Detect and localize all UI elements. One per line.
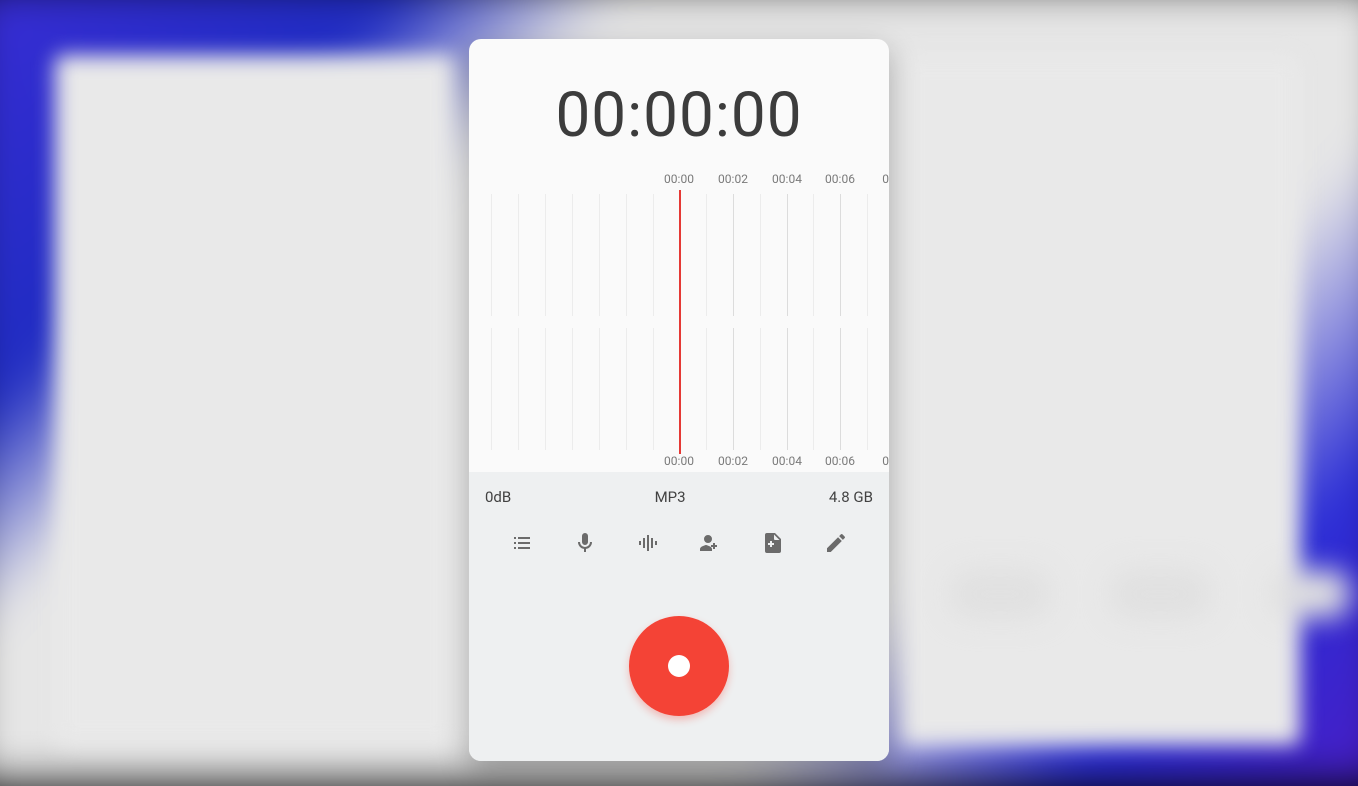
time-tick-label: 00:00 bbox=[664, 454, 694, 468]
gridline-minor bbox=[572, 328, 573, 450]
gridline-major bbox=[787, 328, 788, 450]
status-bar: 0dB MP3 4.8 GB bbox=[469, 472, 889, 516]
gridline-minor bbox=[518, 328, 519, 450]
voice-recorder-app: 00:00:00 00:0000:0200:0400:0600 00:0000:… bbox=[469, 39, 889, 761]
record-icon bbox=[668, 655, 690, 677]
gridline-minor bbox=[653, 328, 654, 450]
file-add-icon bbox=[761, 531, 785, 558]
share-contact-button[interactable] bbox=[688, 522, 732, 566]
waveform-tracks bbox=[469, 194, 889, 450]
storage-available: 4.8 GB bbox=[829, 488, 873, 506]
gridline-minor bbox=[760, 194, 761, 316]
recording-timer: 00:00:00 bbox=[469, 39, 889, 172]
blur-panel-left bbox=[55, 55, 455, 745]
record-area bbox=[469, 576, 889, 761]
gridline-minor bbox=[626, 328, 627, 450]
time-tick-label: 00:04 bbox=[772, 454, 802, 468]
new-file-button[interactable] bbox=[751, 522, 795, 566]
gridline-minor bbox=[491, 194, 492, 316]
gridline-minor bbox=[813, 194, 814, 316]
gridline-minor bbox=[572, 194, 573, 316]
gridline-minor bbox=[867, 328, 868, 450]
time-tick-label: 00:02 bbox=[718, 454, 748, 468]
gridline-minor bbox=[491, 328, 492, 450]
gridline-minor bbox=[760, 328, 761, 450]
record-button[interactable] bbox=[629, 616, 729, 716]
mic-settings-button[interactable] bbox=[563, 522, 607, 566]
gridline-minor bbox=[599, 328, 600, 450]
blur-blob bbox=[1110, 570, 1210, 618]
time-tick-label: 00:02 bbox=[718, 172, 748, 186]
waveform-icon bbox=[636, 531, 660, 558]
gridline-minor bbox=[626, 194, 627, 316]
edit-button[interactable] bbox=[814, 522, 858, 566]
gridline-minor bbox=[867, 194, 868, 316]
blur-panel-right bbox=[900, 55, 1300, 745]
mic-icon bbox=[573, 531, 597, 558]
gridline-minor bbox=[599, 194, 600, 316]
db-level: 0dB bbox=[485, 488, 511, 506]
time-tick-label: 00:00 bbox=[664, 172, 694, 186]
gridline-minor bbox=[706, 328, 707, 450]
blur-blob bbox=[950, 570, 1050, 618]
gridline-minor bbox=[706, 194, 707, 316]
gridline-major bbox=[733, 328, 734, 450]
gridline-minor bbox=[653, 194, 654, 316]
edit-icon bbox=[824, 531, 848, 558]
blur-blob bbox=[1270, 570, 1350, 618]
gridline-minor bbox=[545, 194, 546, 316]
audio-format: MP3 bbox=[655, 488, 686, 506]
time-axis-top: 00:00 00:02 00:04 00:06 00 bbox=[469, 172, 889, 190]
time-tick-label: 00:06 bbox=[825, 454, 855, 468]
time-tick-label: 00:04 bbox=[772, 172, 802, 186]
time-tick-label: 00 bbox=[882, 172, 889, 186]
list-icon bbox=[510, 531, 534, 558]
gridline-minor bbox=[813, 328, 814, 450]
playhead-line bbox=[679, 190, 681, 454]
gridline-major bbox=[840, 194, 841, 316]
time-axis-bottom: 00:00 00:02 00:04 00:06 00 bbox=[469, 454, 889, 472]
tool-row bbox=[469, 516, 889, 576]
waveform-area[interactable]: 00:0000:0200:0400:0600 00:0000:0200:0400… bbox=[469, 172, 889, 472]
person-add-icon bbox=[698, 531, 722, 558]
time-tick-label: 00 bbox=[882, 454, 889, 468]
gridline-major bbox=[787, 194, 788, 316]
gridline-minor bbox=[545, 328, 546, 450]
gridline-major bbox=[840, 328, 841, 450]
audio-quality-button[interactable] bbox=[626, 522, 670, 566]
time-tick-label: 00:06 bbox=[825, 172, 855, 186]
gridline-major bbox=[733, 194, 734, 316]
gridline-minor bbox=[518, 194, 519, 316]
recordings-list-button[interactable] bbox=[500, 522, 544, 566]
